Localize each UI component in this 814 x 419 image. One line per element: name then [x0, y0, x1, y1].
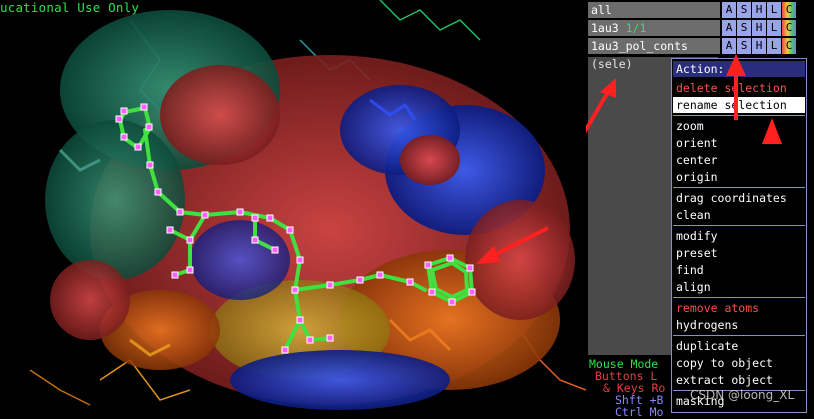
menu-item-zoom[interactable]: zoom: [673, 118, 805, 134]
object-label: 1au3_pol_conts: [591, 39, 688, 53]
mouse-mode-panel: Mouse Mode Buttons L & Keys Ro Shft +B C…: [589, 358, 665, 418]
menu-item-clean[interactable]: clean: [673, 207, 805, 223]
label-button[interactable]: L: [767, 38, 781, 54]
object-name[interactable]: all: [588, 2, 720, 18]
object-row-all[interactable]: all A S H L C: [586, 2, 814, 18]
object-name[interactable]: 1au3_pol_conts: [588, 38, 720, 54]
menu-item-copy-to-object[interactable]: copy to object: [673, 355, 805, 371]
menu-separator: [673, 115, 805, 116]
hide-button[interactable]: H: [752, 2, 766, 18]
molecule-render: [29, 0, 586, 410]
menu-item-hydrogens[interactable]: hydrogens: [673, 317, 805, 333]
object-label: all: [591, 3, 612, 17]
menu-item-drag-coordinates[interactable]: drag coordinates: [673, 190, 805, 206]
show-button[interactable]: S: [737, 2, 751, 18]
action-button[interactable]: A: [722, 20, 736, 36]
menu-item-preset[interactable]: preset: [673, 245, 805, 261]
menu-item-duplicate[interactable]: duplicate: [673, 338, 805, 354]
educational-use-banner: ucational Use Only: [0, 0, 140, 15]
watermark: CSDN @loong_XL: [690, 388, 795, 402]
menu-separator: [673, 335, 805, 336]
menu-item-origin[interactable]: origin: [673, 169, 805, 185]
object-list-background: [588, 71, 672, 355]
action-menu-title: Action:: [673, 61, 805, 77]
menu-item-align[interactable]: align: [673, 279, 805, 295]
show-button[interactable]: S: [737, 38, 751, 54]
action-button[interactable]: A: [722, 2, 736, 18]
object-row-1au3-pol-conts[interactable]: 1au3_pol_conts A S H L C: [586, 38, 814, 54]
menu-item-delete-selection[interactable]: delete selection: [673, 80, 805, 96]
menu-item-rename-selection[interactable]: rename selection: [673, 97, 805, 113]
color-button[interactable]: C: [782, 38, 796, 54]
object-row-1au3[interactable]: 1au3 1/1 A S H L C: [586, 20, 814, 36]
mouse-mode-ctrl: Ctrl Mo: [615, 405, 664, 419]
action-button[interactable]: A: [722, 38, 736, 54]
label-button[interactable]: L: [767, 2, 781, 18]
menu-item-modify[interactable]: modify: [673, 228, 805, 244]
action-menu: Action: delete selection rename selectio…: [671, 58, 807, 413]
show-button[interactable]: S: [737, 20, 751, 36]
menu-separator: [673, 187, 805, 188]
menu-item-remove-atoms[interactable]: remove atoms: [673, 300, 805, 316]
object-panel: all A S H L C 1au3 1/1 A S H L C 1au3_po…: [586, 0, 814, 413]
menu-separator: [673, 297, 805, 298]
object-label: 1au3: [591, 21, 619, 35]
menu-item-find[interactable]: find: [673, 262, 805, 278]
color-button[interactable]: C: [782, 2, 796, 18]
state-count: 1/1: [625, 21, 647, 35]
object-name[interactable]: 1au3 1/1: [588, 20, 720, 36]
menu-item-center[interactable]: center: [673, 152, 805, 168]
hide-button[interactable]: H: [752, 20, 766, 36]
label-button[interactable]: L: [767, 20, 781, 36]
menu-item-orient[interactable]: orient: [673, 135, 805, 151]
menu-item-extract-object[interactable]: extract object: [673, 372, 805, 388]
menu-separator: [673, 225, 805, 226]
hide-button[interactable]: H: [752, 38, 766, 54]
color-button[interactable]: C: [782, 20, 796, 36]
molecular-viewport[interactable]: ucational Use Only: [0, 0, 586, 413]
